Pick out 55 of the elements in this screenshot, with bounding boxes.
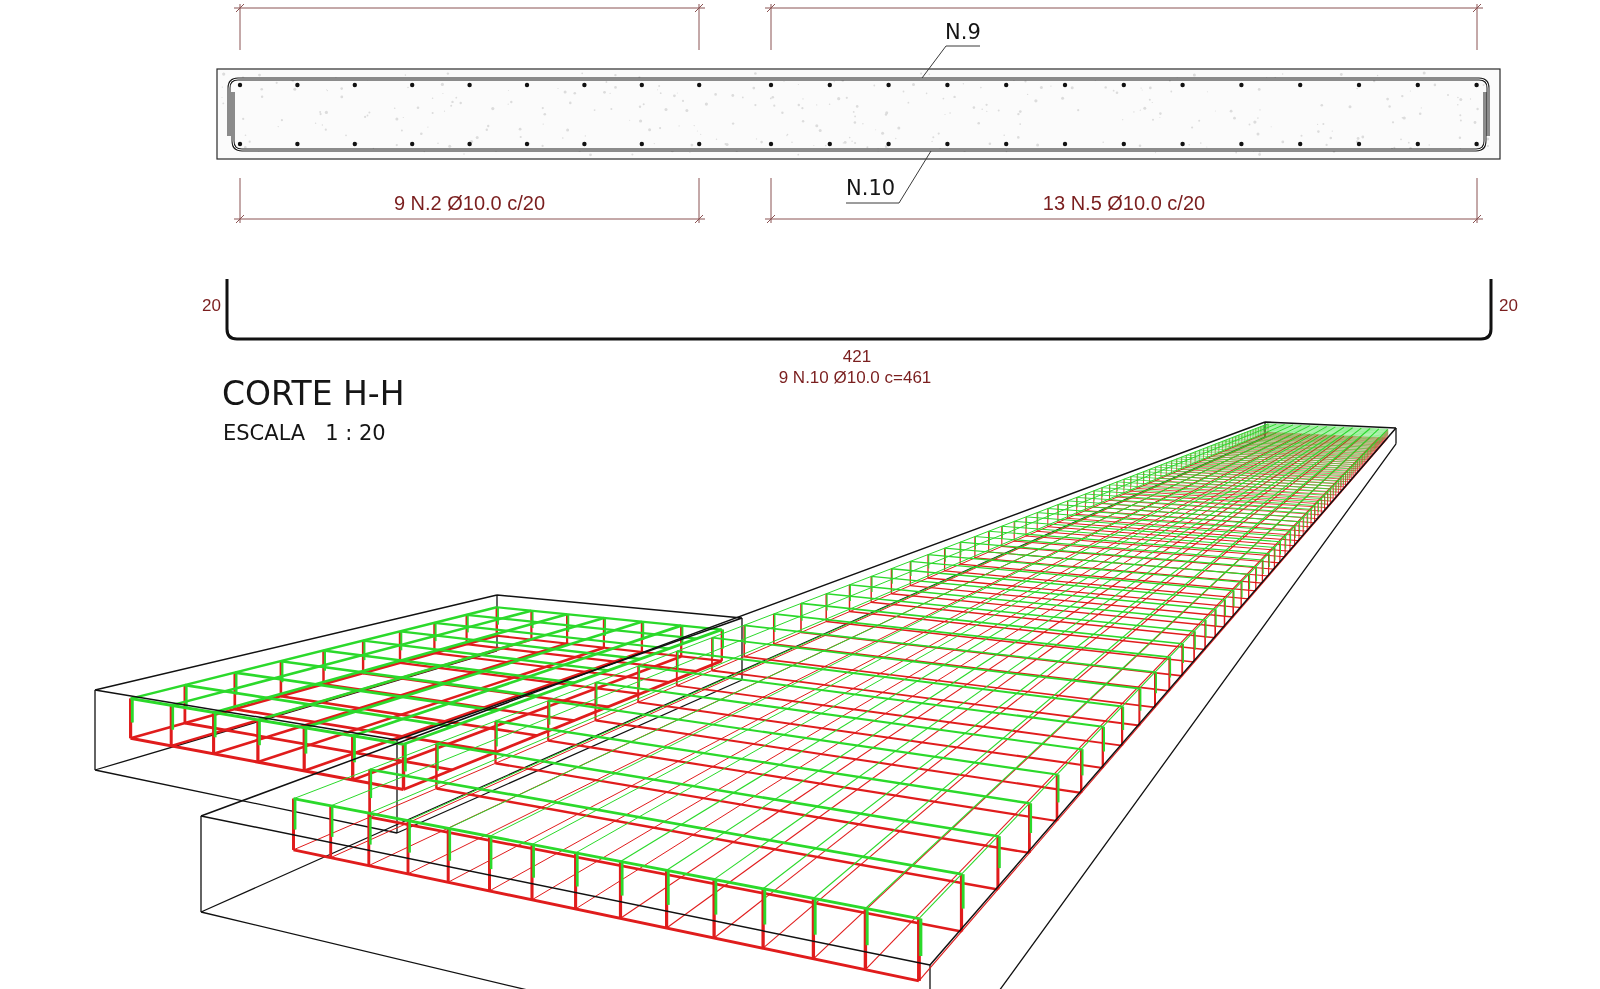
hook-length-label: 20 [1499, 296, 1518, 315]
bar-length-label: 421 [842, 347, 872, 366]
rebar-dot [410, 82, 415, 88]
rebar-dot [295, 82, 300, 88]
rebar-dot [945, 141, 950, 147]
dimension-label: 13 N.5 Ø10.0 c/20 [1042, 192, 1206, 214]
rebar-dot [768, 82, 774, 88]
rebar-dot [1004, 141, 1009, 147]
rebar-dot [1415, 82, 1420, 88]
rebar-dot [1298, 141, 1303, 147]
dimension-label: 9 N.2 Ø10.0 c/20 [393, 192, 546, 214]
rebar-dot [1356, 141, 1362, 147]
rebar-dot [827, 82, 832, 88]
rebar-dot [697, 141, 702, 147]
leader-line [921, 45, 981, 79]
rebar-dot [639, 141, 644, 147]
rebar-dot [1356, 82, 1362, 88]
section-title: CORTE H-H [222, 374, 405, 413]
rebar-dot [827, 141, 832, 147]
scale-label: ESCALA 1 : 20 [223, 421, 386, 445]
rebar-dot [1415, 141, 1420, 147]
rebar-dot [1062, 141, 1068, 147]
hook-length-label: 20 [202, 296, 221, 315]
rebar-dot [639, 82, 644, 88]
rebar-dot [524, 82, 530, 88]
rebar-dot [524, 141, 530, 147]
bar-mark-label: N.9 [945, 20, 981, 44]
rebar-dot [886, 82, 891, 88]
rebar-dot [352, 141, 357, 147]
rebar-dot [1474, 141, 1479, 147]
rebar-dot [1239, 141, 1244, 147]
rebar-dot [467, 82, 472, 88]
rebar-dot [1298, 82, 1303, 88]
rebar-dot [352, 82, 357, 88]
rebar-dot [1474, 82, 1479, 88]
rebar-dot [237, 82, 243, 88]
rebar-dot [1239, 82, 1244, 88]
rebar-dot [295, 141, 300, 147]
rebar-dot [582, 141, 587, 147]
rebar-dot [1121, 141, 1126, 147]
rebar-dot [945, 82, 950, 88]
rebar-dot [1180, 82, 1185, 88]
rebar-dot [237, 141, 243, 147]
rebar-dot [582, 82, 587, 88]
rebar-dot [1004, 82, 1009, 88]
rebar-dot [1121, 82, 1126, 88]
rebar-dot [768, 141, 774, 147]
bar-schedule-label: 9 N.10 Ø10.0 c=461 [778, 368, 932, 387]
rebar-dot [697, 82, 702, 88]
bar-mark-label: N.10 [846, 176, 896, 200]
rebar-dot [410, 141, 415, 147]
rebar-dot [886, 141, 891, 147]
rebar-dot [1062, 82, 1068, 88]
rebar-dot [467, 141, 472, 147]
rebar-dot [1180, 141, 1185, 147]
